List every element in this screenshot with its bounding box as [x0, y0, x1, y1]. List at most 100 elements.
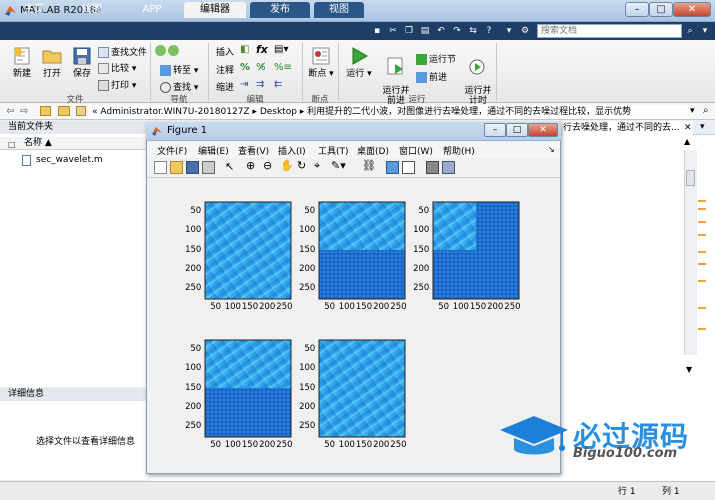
zoom-out-icon[interactable]: ⊖: [263, 159, 272, 172]
cut-quick-icon[interactable]: ✂: [386, 24, 400, 38]
open-file-icon[interactable]: [170, 161, 183, 174]
menu-insert[interactable]: 插入(I): [278, 144, 306, 157]
edit-plot-arrow-icon[interactable]: ↖: [225, 160, 234, 173]
quick-access-dropdown-icon[interactable]: ▾: [502, 24, 516, 38]
subplot-4-image[interactable]: [204, 339, 292, 438]
menu-window[interactable]: 窗口(W): [399, 144, 433, 157]
tab-apps[interactable]: APP: [124, 2, 180, 18]
breakpoints-button[interactable]: 断点 ▾: [308, 46, 334, 79]
comment-button[interactable]: 注释: [216, 63, 234, 76]
save-button[interactable]: 保存: [68, 46, 96, 79]
data-cursor-icon[interactable]: ⌖: [314, 159, 320, 173]
switch-window-icon[interactable]: ⇆: [466, 24, 480, 38]
search-folder-icon[interactable]: ⌕: [703, 105, 709, 116]
tab-publish[interactable]: 发布: [250, 2, 310, 18]
settings-quick-icon[interactable]: ⚙: [518, 24, 532, 38]
editor-options-icon[interactable]: ▾: [700, 122, 705, 132]
smart-indent-icon[interactable]: ⇥: [240, 79, 248, 90]
hide-plot-tools-icon[interactable]: [426, 161, 439, 174]
minimize-toolstrip-icon[interactable]: ▾: [698, 24, 712, 38]
warning-marker[interactable]: [698, 328, 706, 330]
warning-marker[interactable]: [698, 307, 706, 309]
comment-percent-icon[interactable]: %: [240, 62, 250, 73]
nav-arrows[interactable]: [155, 45, 181, 56]
menu-desktop[interactable]: 桌面(D): [357, 144, 389, 157]
tab-plots[interactable]: 绘图: [64, 2, 120, 18]
find-files-button[interactable]: 查找文件: [98, 45, 147, 58]
figure-minimize-button[interactable]: –: [484, 123, 506, 137]
editor-close-icon[interactable]: ✕: [684, 123, 692, 133]
file-list-item[interactable]: sec_wavelet.m: [36, 155, 103, 165]
name-column-header[interactable]: 名称 ▲: [0, 137, 150, 150]
wrap-comments-icon[interactable]: %≡: [274, 62, 292, 73]
menu-tools[interactable]: 工具(T): [318, 144, 349, 157]
insert-button[interactable]: 插入: [216, 45, 234, 58]
maximize-button[interactable]: □: [649, 2, 673, 17]
current-folder-path[interactable]: « Administrator.WIN7U-20180127Z ▸ Deskto…: [88, 105, 688, 119]
function-fx-icon[interactable]: fx: [256, 43, 268, 56]
decrease-indent-icon[interactable]: ⇇: [274, 79, 282, 90]
menu-help[interactable]: 帮助(H): [443, 144, 475, 157]
compare-button[interactable]: 比较 ▾: [98, 61, 136, 74]
new-button[interactable]: 新建: [8, 46, 36, 79]
path-dropdown-icon[interactable]: ▾: [690, 106, 695, 116]
run-section-button[interactable]: 运行节: [416, 52, 456, 65]
menu-file[interactable]: 文件(F): [157, 144, 187, 157]
subplot-5-image[interactable]: [318, 339, 406, 438]
insert-colorbar-icon[interactable]: [386, 161, 399, 174]
forward-arrow-icon[interactable]: ⇨: [20, 106, 28, 117]
insert-section-icon[interactable]: ◧: [240, 44, 249, 55]
up-folder-icon[interactable]: [40, 106, 51, 116]
menu-view[interactable]: 查看(V): [238, 144, 269, 157]
uncomment-icon[interactable]: %̸: [256, 62, 266, 73]
advance-button[interactable]: 前进: [416, 70, 447, 83]
rotate-3d-icon[interactable]: ↻: [297, 159, 306, 172]
warning-marker[interactable]: [698, 200, 706, 202]
insert-legend-icon[interactable]: [402, 161, 415, 174]
tab-view[interactable]: 视图: [314, 2, 364, 18]
menu-edit[interactable]: 编辑(E): [198, 144, 229, 157]
editor-scroll-down-icon[interactable]: ▼: [686, 365, 692, 374]
subplot-3-image[interactable]: [432, 201, 520, 300]
goto-button[interactable]: 转至 ▾: [160, 63, 198, 76]
open-button[interactable]: 打开: [38, 46, 66, 79]
warning-marker[interactable]: [698, 251, 706, 253]
warning-marker[interactable]: [698, 280, 706, 282]
subplot-2-image[interactable]: [318, 201, 406, 300]
scrollbar-thumb[interactable]: [686, 170, 695, 186]
link-plot-icon[interactable]: ⛓: [362, 159, 376, 172]
browse-folder-icon[interactable]: [58, 106, 70, 116]
paste-quick-icon[interactable]: ▤: [418, 24, 432, 38]
indent-button[interactable]: 缩进: [216, 80, 234, 93]
close-button[interactable]: ✕: [673, 2, 711, 17]
print-figure-icon[interactable]: [202, 161, 215, 174]
insert-options-icon[interactable]: ▤▾: [274, 44, 288, 55]
increase-indent-icon[interactable]: ⇉: [256, 79, 264, 90]
dock-arrow-icon[interactable]: ↘: [548, 145, 555, 154]
pan-hand-icon[interactable]: ✋: [280, 159, 294, 172]
warning-marker[interactable]: [698, 234, 706, 236]
warning-marker[interactable]: [698, 221, 706, 223]
brush-icon[interactable]: ✎▾: [331, 159, 346, 172]
minimize-button[interactable]: –: [625, 2, 649, 17]
figure-maximize-button[interactable]: □: [506, 123, 528, 137]
run-button[interactable]: 运行 ▾: [344, 46, 374, 79]
figure-close-button[interactable]: ✕: [528, 123, 558, 137]
zoom-in-icon[interactable]: ⊕: [246, 159, 255, 172]
find-button[interactable]: 查找 ▾: [160, 80, 198, 93]
editor-tab-title[interactable]: 行去噪处理，通过不同的去...: [563, 121, 693, 135]
save-figure-icon[interactable]: [186, 161, 199, 174]
show-plot-tools-icon[interactable]: [442, 161, 455, 174]
search-icon[interactable]: ⌕: [683, 24, 697, 38]
back-arrow-icon[interactable]: ⇦: [6, 106, 14, 117]
save-quick-icon[interactable]: ▪: [370, 24, 384, 38]
undo-quick-icon[interactable]: ↶: [434, 24, 448, 38]
tab-home[interactable]: 主页: [8, 2, 60, 18]
new-figure-icon[interactable]: [154, 161, 167, 174]
warning-marker[interactable]: [698, 263, 706, 265]
subplot-1-image[interactable]: [204, 201, 292, 300]
expand-icon[interactable]: □: [8, 140, 16, 149]
redo-quick-icon[interactable]: ↷: [450, 24, 464, 38]
tab-editor[interactable]: 编辑器: [184, 2, 246, 18]
print-button[interactable]: 打印 ▾: [98, 78, 136, 91]
